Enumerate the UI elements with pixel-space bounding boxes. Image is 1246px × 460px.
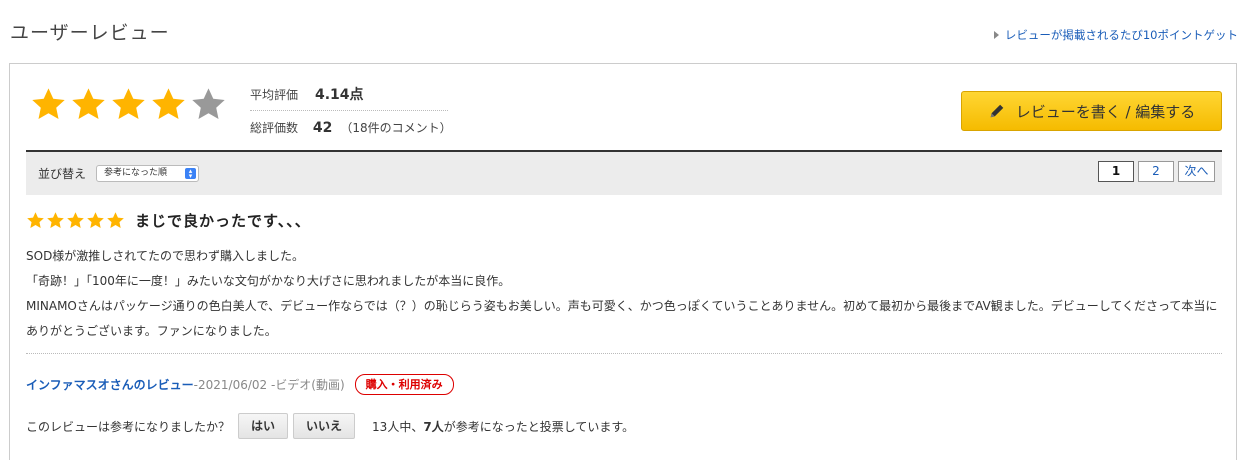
sort-select[interactable]: 参考になった順 ▴ ▾ <box>96 165 199 182</box>
pencil-icon <box>990 104 1004 118</box>
review-line: MINAMOさんはパッケージ通りの色白美人で、デビュー作ならでは（？）の恥じらう… <box>26 299 1218 338</box>
sort-bar: 並び替え 参考になった順 ▴ ▾ 1 2 次へ <box>26 150 1222 195</box>
helpful-question: このレビューは参考になりましたか？ <box>26 419 231 434</box>
review-line: 「奇跡！」「100年に一度！」みたいな文句がかなり大げさに思われましたが本当に良… <box>26 274 511 288</box>
helpful-stats: 13人中、7人が参考になったと投票しています。 <box>372 418 634 435</box>
average-rating-row: 平均評価 4.14点 <box>250 78 448 111</box>
total-ratings-value: 42 <box>312 119 333 136</box>
star-filled-icon <box>72 88 105 119</box>
average-rating-label: 平均評価 <box>250 87 299 102</box>
helpful-vote: このレビューは参考になりましたか？ はい いいえ 13人中、7人が参考になったと… <box>26 413 634 439</box>
review-meta: インファマスオさんのレビュー -2021/06/02 -ビデオ(動画) 購入・利… <box>26 373 454 395</box>
star-empty-icon <box>192 88 225 119</box>
star-filled-icon <box>152 88 185 119</box>
star-filled-icon <box>112 88 145 119</box>
average-rating-stars <box>30 86 227 123</box>
comment-count: （18件のコメント） <box>340 121 452 135</box>
points-info-link-label: レビューが掲載されるたび10ポイントゲット <box>1004 28 1238 42</box>
review-header: まじで良かったです、、、 <box>26 207 1222 233</box>
helpful-prefix: 13人中、 <box>372 419 424 434</box>
helpful-suffix: が参考になったと投票しています。 <box>443 419 635 434</box>
sort-selected-value: 参考になった順 <box>104 168 168 178</box>
star-filled-icon <box>27 211 44 228</box>
vote-yes-button[interactable]: はい <box>238 413 289 439</box>
average-rating-value: 4.14点 <box>315 87 364 103</box>
star-filled-icon <box>67 211 84 228</box>
pagination: 1 2 次へ <box>1098 161 1215 182</box>
vote-no-button[interactable]: いいえ <box>293 413 356 439</box>
total-ratings-label: 総評価数 <box>250 121 299 135</box>
select-arrows-icon: ▴ ▾ <box>185 168 196 180</box>
page-2-button[interactable]: 2 <box>1138 161 1174 182</box>
points-info-link[interactable]: レビューが掲載されるたび10ポイントゲット <box>993 27 1238 43</box>
review-line: SOD様が激推しされてたので思わず購入しました。 <box>26 249 304 263</box>
review-item: まじで良かったです、、、 SOD様が激推しされてたので思わず購入しました。 「奇… <box>26 207 1222 344</box>
star-filled-icon <box>47 211 64 228</box>
sort-label: 並び替え <box>38 167 87 181</box>
review-title: まじで良かったです、、、 <box>135 211 311 230</box>
review-rating-stars <box>26 211 125 230</box>
section-title: ユーザーレビュー <box>10 22 170 44</box>
star-filled-icon <box>32 88 65 119</box>
write-review-button[interactable]: レビューを書く / 編集する <box>961 91 1222 131</box>
review-body: SOD様が激推しされてたので思わず購入しました。 「奇跡！」「100年に一度！」… <box>26 244 1218 344</box>
review-date: -2021/06/02 -ビデオ(動画) <box>193 377 345 392</box>
review-panel: 平均評価 4.14点 総評価数 42 （18件のコメント） レビューを書く / … <box>9 63 1237 460</box>
star-filled-icon <box>87 211 104 228</box>
reviewer-link[interactable]: インファマスオさんのレビュー <box>26 376 194 393</box>
write-review-label: レビューを書く / 編集する <box>1015 102 1196 121</box>
rating-summary: 平均評価 4.14点 総評価数 42 （18件のコメント） <box>250 78 452 144</box>
page-1-button[interactable]: 1 <box>1098 161 1134 182</box>
helpful-count: 7人 <box>423 419 444 434</box>
triangle-right-icon <box>993 31 999 39</box>
divider <box>26 353 1222 354</box>
star-filled-icon <box>107 211 124 228</box>
total-ratings-row: 総評価数 42 （18件のコメント） <box>250 111 452 144</box>
next-page-button[interactable]: 次へ <box>1178 161 1215 182</box>
purchased-badge: 購入・利用済み <box>354 373 454 395</box>
header: ユーザーレビュー レビューが掲載されるたび10ポイントゲット <box>0 0 1246 60</box>
